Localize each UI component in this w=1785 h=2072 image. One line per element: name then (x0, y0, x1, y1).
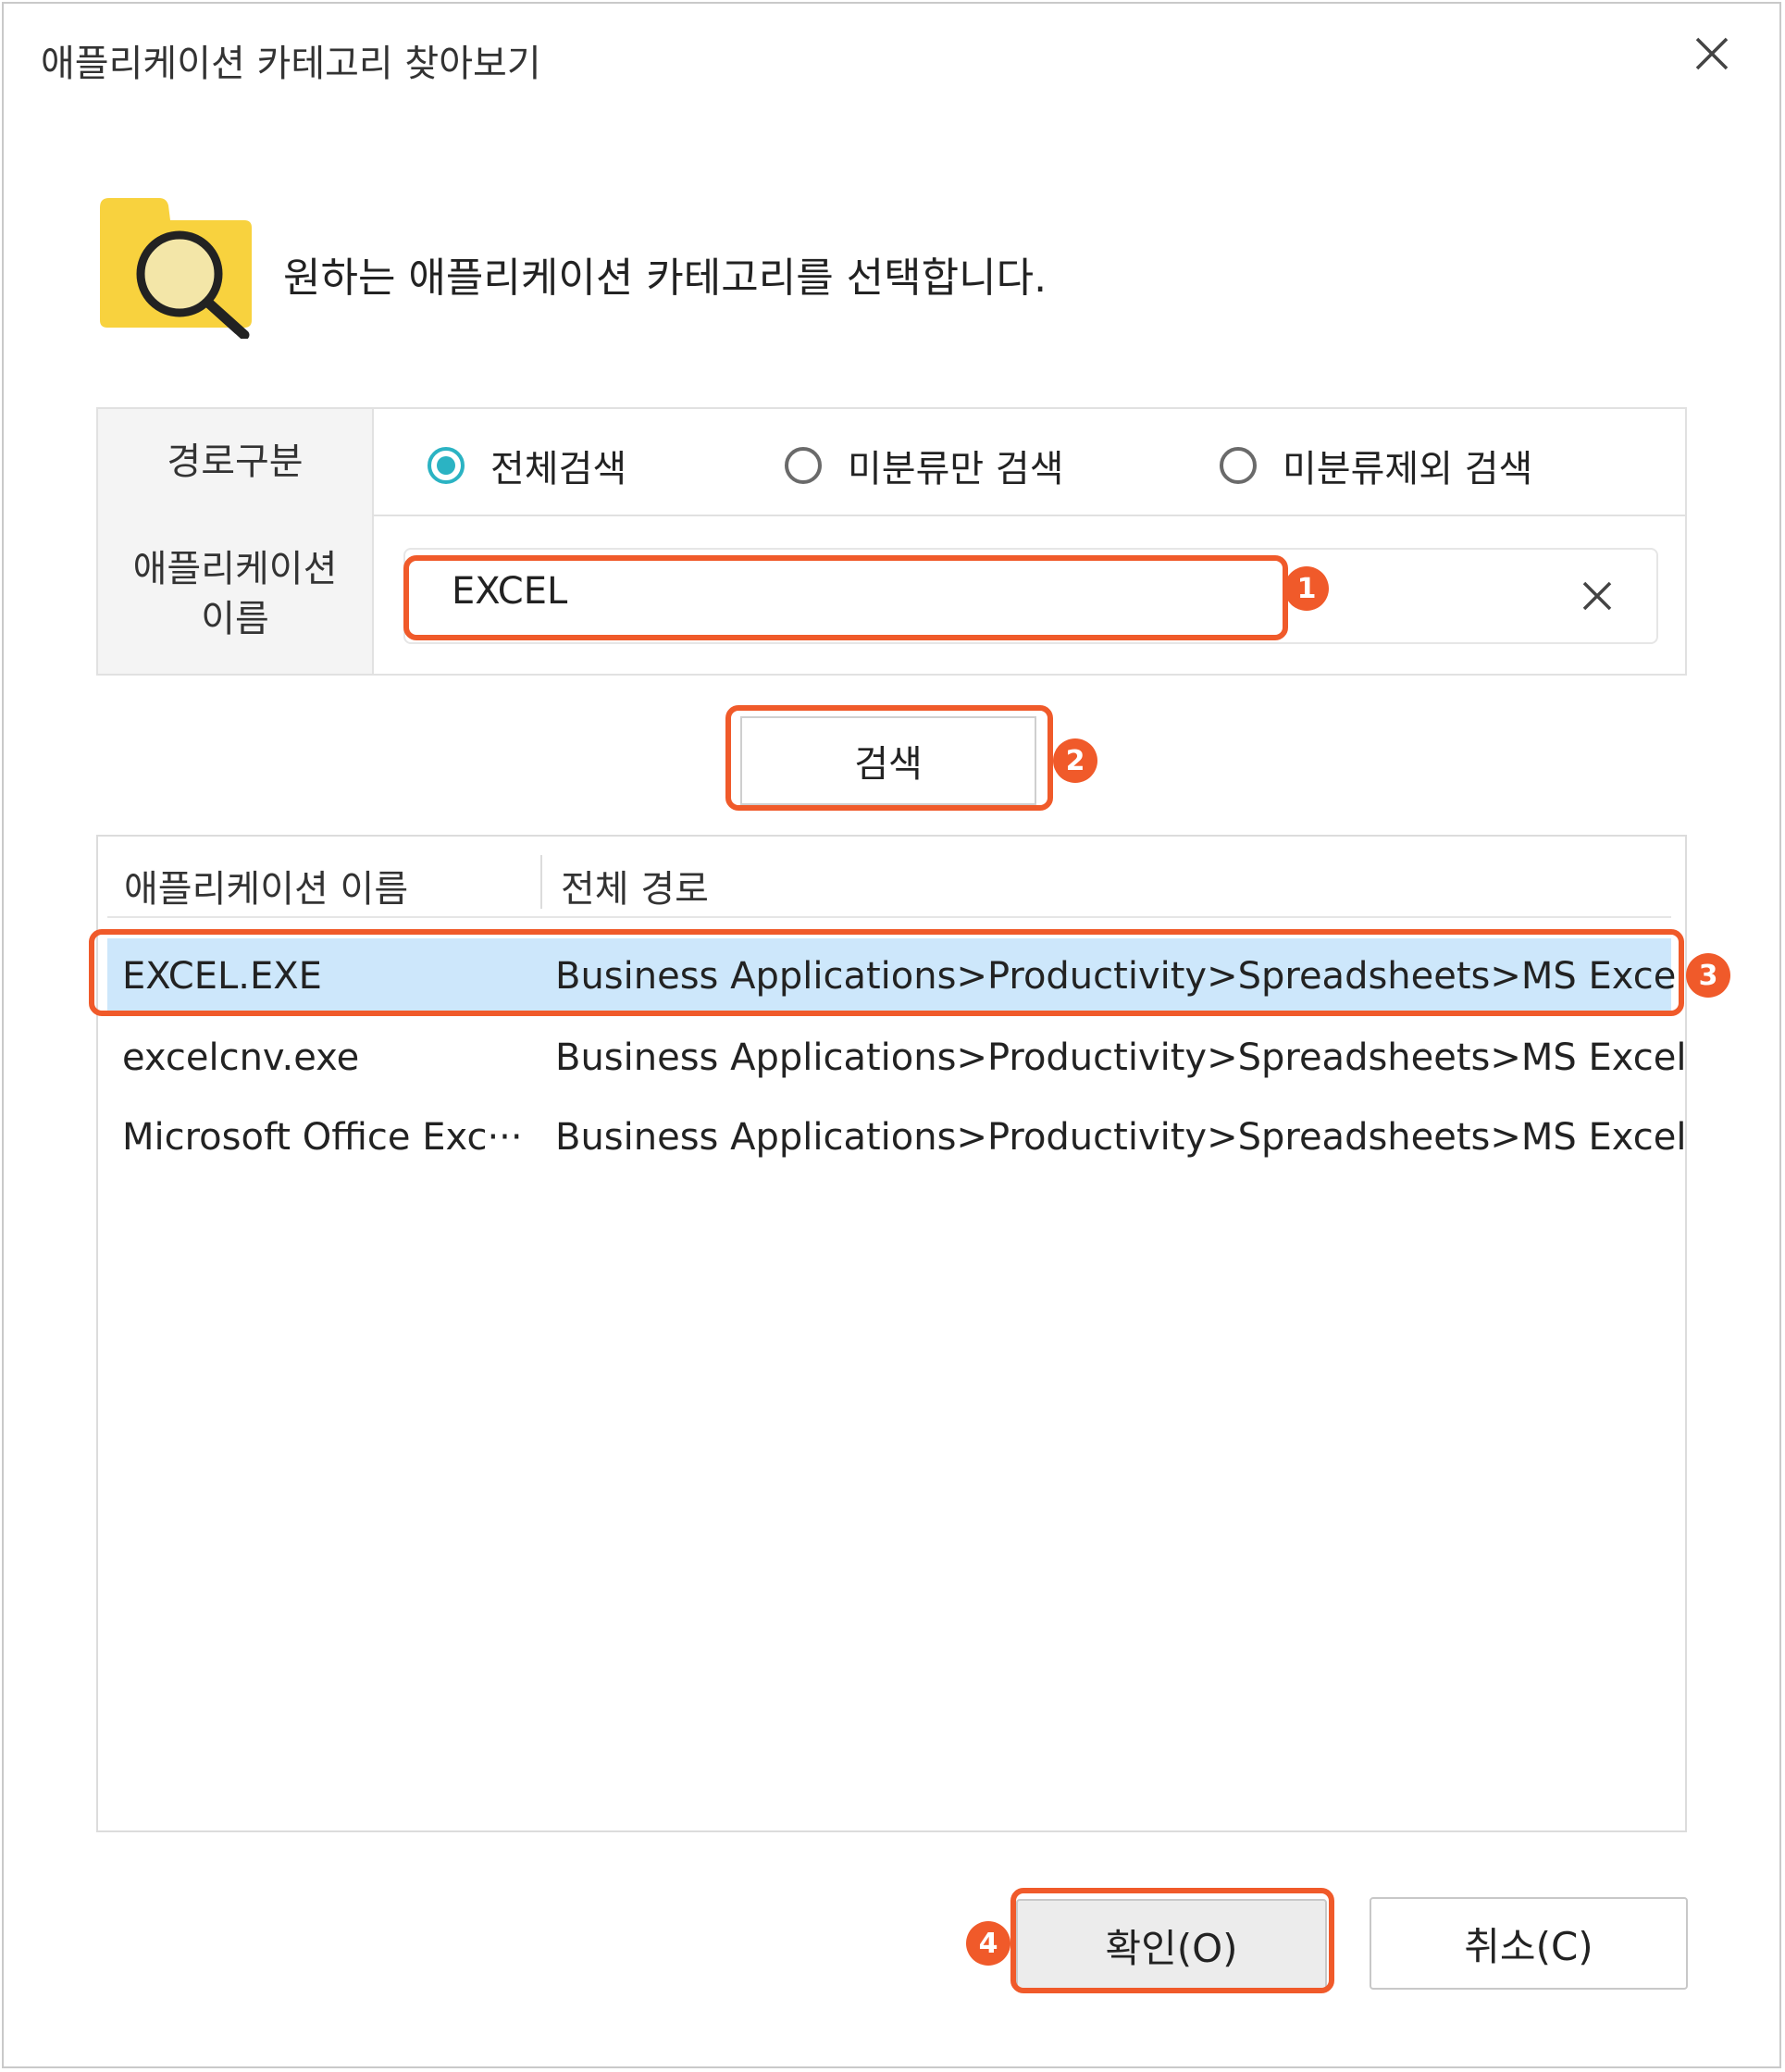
radio-all-search[interactable]: 전체검색 (428, 439, 626, 492)
annotation-badge-4: 4 (966, 1921, 1010, 1966)
column-header-path[interactable]: 전체 경로 (561, 859, 709, 912)
column-separator[interactable] (540, 855, 542, 909)
form-divider (372, 409, 374, 674)
clear-icon[interactable] (1579, 577, 1616, 614)
header-message: 원하는 애플리케이션 카테고리를 선택합니다. (283, 254, 1047, 302)
cancel-button[interactable]: 취소(C) (1370, 1897, 1688, 1990)
folder-search-icon (100, 198, 252, 339)
window-title: 애플리케이션 카테고리 찾아보기 (41, 43, 541, 85)
ok-button[interactable]: 확인(O) (1016, 1899, 1327, 1991)
search-form: 경로구분 애플리케이션 이름 전체검색 미분류만 검색 미분류제외 검색 EXC… (96, 407, 1687, 676)
results-list: 애플리케이션 이름 전체 경로 EXCEL.EXE Business Appli… (96, 835, 1687, 1832)
radio-exclude-unclassified[interactable]: 미분류제외 검색 (1220, 439, 1532, 492)
app-name-input[interactable]: EXCEL (403, 548, 1658, 644)
table-row[interactable]: EXCEL.EXE Business Applications>Producti… (107, 938, 1686, 1016)
annotation-badge-3: 3 (1686, 953, 1730, 998)
form-divider (374, 515, 1685, 516)
app-name-label: 애플리케이션 이름 (98, 515, 372, 674)
annotation-badge-1: 1 (1284, 566, 1329, 611)
close-icon[interactable] (1690, 31, 1734, 76)
search-button[interactable]: 검색 (740, 716, 1036, 805)
app-name-input-value[interactable]: EXCEL (452, 570, 567, 613)
annotation-badge-2: 2 (1053, 738, 1097, 783)
list-header: 애플리케이션 이름 전체 경로 (107, 850, 1671, 918)
table-row[interactable]: excelcnv.exe Business Applications>Produ… (107, 1020, 1686, 1098)
column-header-name[interactable]: 애플리케이션 이름 (124, 859, 408, 912)
table-row[interactable]: Microsoft Office Exc··· Business Applica… (107, 1099, 1686, 1177)
radio-unchecked-icon (1220, 447, 1257, 484)
radio-unchecked-icon (785, 447, 822, 484)
radio-checked-icon (428, 447, 465, 484)
radio-unclassified-only[interactable]: 미분류만 검색 (785, 439, 1064, 492)
path-type-label: 경로구분 (98, 409, 372, 516)
